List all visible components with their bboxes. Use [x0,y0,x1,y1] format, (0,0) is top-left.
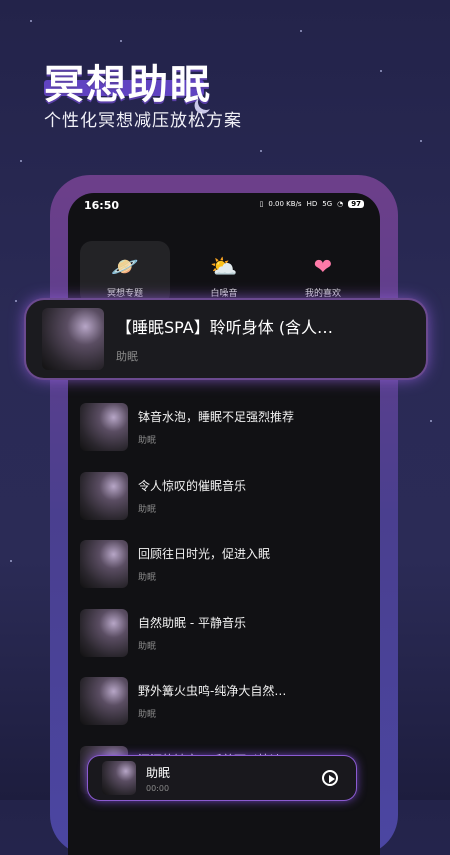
player-time: 00:00 [146,783,170,793]
track-thumbnail [80,677,128,726]
signal-label: 5G [322,200,333,208]
track-list: 钵音水泡，睡眠不足强烈推荐 助眠 令人惊叹的催眠音乐 助眠 回顾往日时光，促进入… [80,393,368,804]
track-thumbnail [80,403,128,452]
list-item[interactable]: 野外篝火虫鸣-纯净大自然… 助眠 [80,667,368,736]
track-category: 助眠 [138,710,157,721]
battery-badge: 97 [348,200,364,208]
featured-category: 助眠 [116,350,138,363]
status-icons: ▯ 0.00 KB/s HD 5G ◔ 97 [260,200,364,208]
heart-icon: ❤ [313,255,333,280]
track-thumbnail [80,540,128,589]
track-title: 钵音水泡，睡眠不足强烈推荐 [138,410,295,425]
track-title: 自然助眠 - 平静音乐 [138,615,246,630]
track-thumbnail [80,608,128,657]
track-title: 回顾往日时光，促进入眠 [138,547,271,562]
track-title: 野外篝火虫鸣-纯净大自然… [138,684,287,699]
tab-meditation-topics[interactable]: 🪐 冥想专题 [80,241,170,305]
track-category: 助眠 [138,573,157,584]
list-item[interactable]: 钵音水泡，睡眠不足强烈推荐 助眠 [80,393,368,462]
planet-icon: 🪐 [111,255,139,280]
list-item[interactable]: 自然助眠 - 平静音乐 助眠 [80,599,368,668]
hd-badge: HD [306,200,318,208]
track-thumbnail [80,471,128,520]
track-category: 助眠 [138,504,157,515]
vibrate-icon: ▯ [259,200,264,208]
featured-title: 【睡眠SPA】聆听身体 (含人… [116,318,334,337]
track-title: 令人惊叹的催眠音乐 [138,478,247,493]
tab-label: 白噪音 [210,289,238,299]
tab-label: 我的喜欢 [304,289,341,299]
featured-thumbnail [42,308,104,370]
play-button[interactable] [322,770,338,786]
track-category: 助眠 [138,436,157,447]
list-item[interactable]: 回顾往日时光，促进入眠 助眠 [80,530,368,599]
tab-my-favorites[interactable]: ❤ 我的喜欢 [278,241,368,305]
player-title: 助眠 [146,765,171,780]
hero-title: 冥想助眠 [44,62,212,108]
tab-white-noise[interactable]: ⛅ 白噪音 [179,241,269,305]
net-speed: 0.00 KB/s [268,200,302,208]
status-time: 16:50 [84,199,120,212]
player-thumbnail [102,761,136,795]
cloud-sun-icon: ⛅ [210,255,238,280]
phone-mockup: 16:50 ▯ 0.00 KB/s HD 5G ◔ 97 🪐 冥想专题 ⛅ 白噪… [50,175,398,855]
mini-player[interactable]: 助眠 00:00 [88,756,356,800]
featured-track-card[interactable]: 【睡眠SPA】聆听身体 (含人… 助眠 [26,300,426,378]
category-tabs: 🪐 冥想专题 ⛅ 白噪音 ❤ 我的喜欢 [80,241,368,305]
track-category: 助眠 [138,641,157,652]
tab-label: 冥想专题 [106,289,143,299]
list-item[interactable]: 令人惊叹的催眠音乐 助眠 [80,462,368,531]
hero-subtitle: 个性化冥想减压放松方案 [44,111,242,131]
wifi-icon: ◔ [337,200,344,208]
